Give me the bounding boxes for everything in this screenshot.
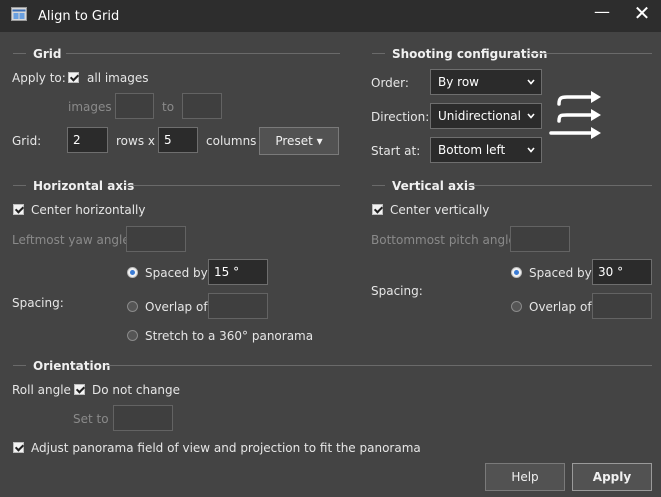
horizontal-rule-right bbox=[124, 185, 340, 186]
start-at-select[interactable]: Bottom left bbox=[430, 137, 542, 163]
center-vertically-checkbox[interactable] bbox=[372, 204, 383, 215]
stretch-360-label: Stretch to a 360° panorama bbox=[145, 329, 314, 343]
v-spaced-by-radio[interactable] bbox=[511, 267, 522, 278]
direction-select[interactable]: Unidirectional bbox=[430, 103, 542, 129]
h-spaced-by-input[interactable]: 15 ° bbox=[208, 259, 268, 285]
v-overlap-input[interactable] bbox=[592, 293, 652, 319]
columns-label: columns bbox=[206, 134, 257, 148]
adjust-fov-label: Adjust panorama field of view and projec… bbox=[31, 441, 421, 455]
grid-section-title: Grid bbox=[33, 47, 62, 61]
shooting-section-title: Shooting configuration bbox=[392, 47, 548, 61]
leftmost-yaw-input[interactable] bbox=[126, 226, 186, 252]
h-spacing-label: Spacing: bbox=[12, 296, 64, 310]
columns-input[interactable]: 5 bbox=[158, 127, 198, 153]
preset-button[interactable]: Preset ▾ bbox=[259, 127, 339, 155]
app-window-icon bbox=[11, 7, 27, 21]
all-images-checkbox[interactable] bbox=[68, 72, 79, 83]
set-to-label: Set to bbox=[73, 412, 109, 426]
order-select-value: By row bbox=[438, 75, 479, 89]
center-horizontally-checkbox[interactable] bbox=[13, 204, 24, 215]
title-bar: Align to Grid — ✕ bbox=[0, 0, 661, 32]
vertical-rule-left bbox=[372, 185, 385, 186]
shooting-rule-right bbox=[528, 53, 652, 54]
bottommost-pitch-label: Bottommost pitch angle: bbox=[371, 233, 520, 247]
order-label: Order: bbox=[371, 76, 409, 90]
h-spaced-by-radio[interactable] bbox=[127, 267, 138, 278]
minimize-button[interactable]: — bbox=[584, 2, 620, 24]
window-title: Align to Grid bbox=[38, 9, 120, 24]
images-label: images bbox=[68, 100, 112, 114]
to-label: to bbox=[162, 100, 175, 114]
order-select[interactable]: By row bbox=[430, 69, 542, 95]
rows-input[interactable]: 2 bbox=[67, 127, 108, 153]
vertical-section-title: Vertical axis bbox=[392, 179, 476, 193]
v-spaced-by-label: Spaced by bbox=[529, 266, 592, 280]
images-from-input[interactable] bbox=[115, 93, 154, 119]
chevron-down-icon bbox=[527, 113, 535, 119]
stretch-360-radio[interactable] bbox=[127, 330, 138, 341]
horizontal-rule-left bbox=[13, 185, 26, 186]
roll-angle-label: Roll angle bbox=[12, 383, 71, 397]
unidirectional-rows-arrows-icon bbox=[549, 91, 601, 139]
grid-rule-right bbox=[66, 53, 340, 54]
center-vertically-label: Center vertically bbox=[390, 203, 490, 217]
help-button[interactable]: Help bbox=[485, 463, 565, 491]
v-overlap-label: Overlap of bbox=[529, 300, 592, 314]
vertical-rule-right bbox=[467, 185, 652, 186]
chevron-down-icon bbox=[527, 147, 535, 153]
grid-label: Grid: bbox=[12, 134, 42, 148]
direction-label: Direction: bbox=[371, 110, 430, 124]
close-button[interactable]: ✕ bbox=[624, 2, 660, 24]
set-to-input[interactable] bbox=[113, 405, 173, 431]
orientation-rule-right bbox=[105, 365, 652, 366]
adjust-fov-checkbox[interactable] bbox=[13, 442, 24, 453]
horizontal-section-title: Horizontal axis bbox=[33, 179, 135, 193]
rows-label: rows x bbox=[116, 134, 155, 148]
orientation-rule-left bbox=[13, 365, 26, 366]
v-overlap-radio[interactable] bbox=[511, 301, 522, 312]
chevron-down-icon bbox=[527, 79, 535, 85]
v-spacing-label: Spacing: bbox=[371, 284, 423, 298]
do-not-change-label: Do not change bbox=[92, 383, 181, 397]
center-horizontally-label: Center horizontally bbox=[31, 203, 146, 217]
h-overlap-radio[interactable] bbox=[127, 301, 138, 312]
apply-to-label: Apply to: bbox=[12, 71, 66, 85]
direction-select-value: Unidirectional bbox=[438, 109, 521, 123]
grid-rule-left bbox=[13, 53, 26, 54]
start-at-label: Start at: bbox=[371, 144, 421, 158]
all-images-label: all images bbox=[87, 71, 149, 85]
images-to-input[interactable] bbox=[182, 93, 222, 119]
v-spaced-by-input[interactable]: 30 ° bbox=[592, 259, 652, 285]
bottommost-pitch-input[interactable] bbox=[510, 226, 570, 252]
h-spaced-by-label: Spaced by bbox=[145, 266, 208, 280]
do-not-change-checkbox[interactable] bbox=[74, 384, 85, 395]
apply-button[interactable]: Apply bbox=[572, 463, 652, 491]
h-overlap-label: Overlap of bbox=[145, 300, 208, 314]
h-overlap-input[interactable] bbox=[208, 293, 268, 319]
orientation-section-title: Orientation bbox=[33, 359, 111, 373]
start-at-select-value: Bottom left bbox=[438, 143, 506, 157]
leftmost-yaw-label: Leftmost yaw angle: bbox=[12, 233, 134, 247]
shooting-rule-left bbox=[372, 53, 385, 54]
